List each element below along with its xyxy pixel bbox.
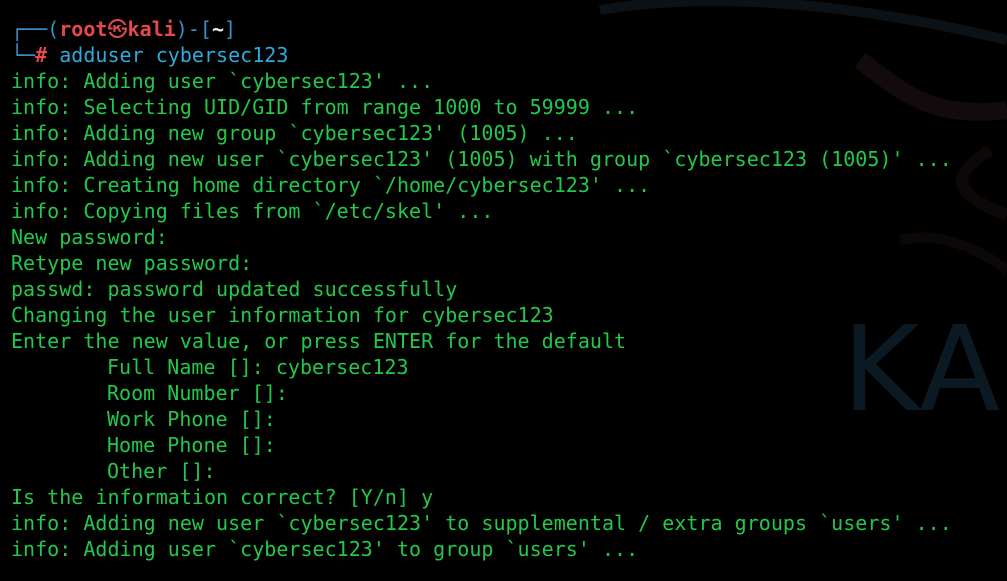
user-info-field: Room Number []: — [11, 380, 1001, 406]
output-line: info: Selecting UID/GID from range 1000 … — [11, 95, 639, 119]
home-phone-field: Home Phone []: — [107, 433, 276, 457]
prompt-header-line: ┌──(root㉿kali)-[~] — [11, 16, 1001, 42]
output-line: info: Adding new user `cybersec123' (100… — [11, 147, 952, 171]
prompt-bracket-close: ] — [224, 17, 237, 41]
output-line: Enter the new value, or press ENTER for … — [11, 329, 627, 353]
output-line: info: Copying files from `/etc/skel' ... — [11, 199, 494, 223]
output-line: info: Creating home directory `/home/cyb… — [11, 173, 651, 197]
prompt-symbol: # — [35, 43, 48, 67]
terminal-content: ┌──(root㉿kali)-[~] └─# adduser cybersec1… — [11, 16, 1001, 562]
work-phone-field: Work Phone []: — [107, 407, 276, 431]
prompt-separator: )-[ — [175, 17, 212, 41]
user-info-field: Full Name []: cybersec123 — [11, 354, 1001, 380]
other-field: Other []: — [107, 459, 216, 483]
user-info-field: Work Phone []: — [11, 406, 1001, 432]
user-info-field: Home Phone []: — [11, 432, 1001, 458]
prompt-host: kali — [127, 17, 176, 41]
output-line: passwd: password updated successfully — [11, 277, 458, 301]
command-text: adduser cybersec123 — [59, 43, 289, 67]
prompt-cwd: ~ — [211, 17, 225, 41]
output-line: info: Adding new user `cybersec123' to s… — [11, 511, 952, 535]
user-info-field: Other []: — [11, 458, 1001, 484]
output-line: info: Adding user `cybersec123' to group… — [11, 537, 639, 561]
output-line: info: Adding new group `cybersec123' (10… — [11, 121, 578, 145]
prompt-corner-top: ┌──( — [11, 17, 60, 41]
prompt-corner-bottom: └─ — [11, 43, 36, 67]
password-prompt: New password: — [11, 225, 168, 249]
terminal-window[interactable]: KALI ┌──(root㉿kali)-[~] └─# adduser cybe… — [0, 0, 1007, 581]
output-line: info: Adding user `cybersec123' ... — [11, 69, 434, 93]
skull-icon: ㉿ — [107, 17, 128, 41]
confirmation-prompt: Is the information correct? [Y/n] y — [11, 485, 434, 509]
prompt-user: root — [59, 17, 108, 41]
output-line: Changing the user information for cybers… — [11, 303, 554, 327]
full-name-field: Full Name []: cybersec123 — [107, 355, 409, 379]
retype-password-prompt: Retype new password: — [11, 251, 253, 275]
prompt-command-line: └─# adduser cybersec123 — [11, 42, 1001, 68]
room-number-field: Room Number []: — [107, 381, 288, 405]
